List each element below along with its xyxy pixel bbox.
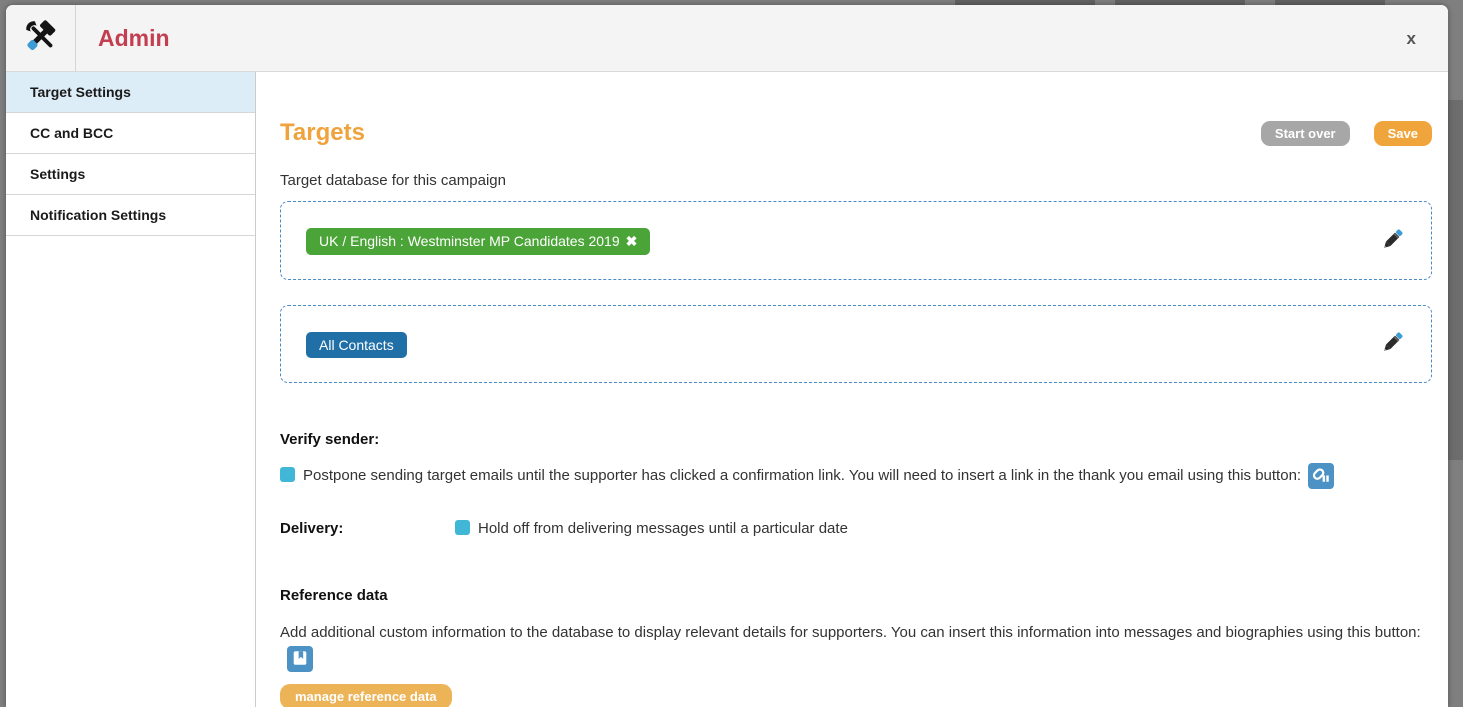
target-database-label: Target database for this campaign bbox=[280, 172, 1432, 189]
manage-reference-data-button[interactable]: manage reference data bbox=[280, 684, 452, 707]
selected-database-pill[interactable]: UK / English : Westminster MP Candidates… bbox=[306, 228, 650, 255]
delivery-row: Delivery: Hold off from delivering messa… bbox=[280, 520, 1432, 537]
insert-confirmation-link-button[interactable] bbox=[1308, 463, 1334, 489]
hold-off-checkbox[interactable] bbox=[455, 520, 470, 535]
save-button[interactable]: Save bbox=[1374, 121, 1432, 146]
sidebar-item-label: Target Settings bbox=[30, 84, 131, 100]
modal-header: Admin x bbox=[6, 5, 1448, 72]
postpone-checkbox-text: Postpone sending target emails until the… bbox=[303, 467, 1301, 484]
target-settings-panel: Targets Start over Save Target database … bbox=[256, 72, 1448, 707]
close-button[interactable]: x bbox=[1399, 25, 1424, 53]
reference-data-description: Add additional custom information to the… bbox=[280, 624, 1421, 641]
sidebar-item-label: CC and BCC bbox=[30, 125, 113, 141]
sidebar-item-cc-and-bcc[interactable]: CC and BCC bbox=[6, 113, 255, 154]
pencil-icon bbox=[1380, 227, 1405, 255]
edit-contacts-button[interactable] bbox=[1379, 331, 1405, 357]
delivery-option: Hold off from delivering messages until … bbox=[455, 520, 848, 537]
admin-modal: Admin x Target Settings CC and BCC Setti… bbox=[6, 5, 1448, 707]
edit-database-button[interactable] bbox=[1379, 228, 1405, 254]
link-icon bbox=[1312, 466, 1330, 487]
modal-title: Admin bbox=[98, 25, 170, 52]
remove-database-icon[interactable]: ✖ bbox=[626, 233, 638, 249]
postpone-checkbox[interactable] bbox=[280, 467, 295, 482]
sidebar-item-label: Notification Settings bbox=[30, 207, 166, 223]
sidebar-item-label: Settings bbox=[30, 166, 85, 182]
selected-database-label: UK / English : Westminster MP Candidates… bbox=[319, 233, 620, 249]
page-scrollbar[interactable] bbox=[1448, 100, 1463, 460]
reference-data-row: Add additional custom information to the… bbox=[280, 620, 1432, 672]
sidebar-item-target-settings[interactable]: Target Settings bbox=[6, 72, 255, 113]
delivery-label: Delivery: bbox=[280, 520, 455, 537]
reference-data-label: Reference data bbox=[280, 587, 1432, 604]
target-database-box: UK / English : Westminster MP Candidates… bbox=[280, 201, 1432, 280]
target-contacts-box: All Contacts bbox=[280, 305, 1432, 383]
all-contacts-pill[interactable]: All Contacts bbox=[306, 332, 407, 358]
page-title: Targets bbox=[280, 119, 365, 147]
tools-icon bbox=[22, 17, 60, 60]
sidebar-item-notification-settings[interactable]: Notification Settings bbox=[6, 195, 255, 236]
all-contacts-label: All Contacts bbox=[319, 337, 394, 353]
book-icon bbox=[291, 649, 309, 670]
tools-menu-button[interactable] bbox=[6, 5, 76, 71]
pencil-icon bbox=[1380, 330, 1405, 358]
settings-sidebar: Target Settings CC and BCC Settings Noti… bbox=[6, 72, 256, 707]
sidebar-item-settings[interactable]: Settings bbox=[6, 154, 255, 195]
insert-reference-data-button[interactable] bbox=[287, 646, 313, 672]
start-over-button[interactable]: Start over bbox=[1261, 121, 1350, 146]
hold-off-checkbox-text: Hold off from delivering messages until … bbox=[478, 520, 848, 537]
verify-sender-row: Postpone sending target emails until the… bbox=[280, 463, 1432, 489]
verify-sender-label: Verify sender: bbox=[280, 431, 1432, 448]
